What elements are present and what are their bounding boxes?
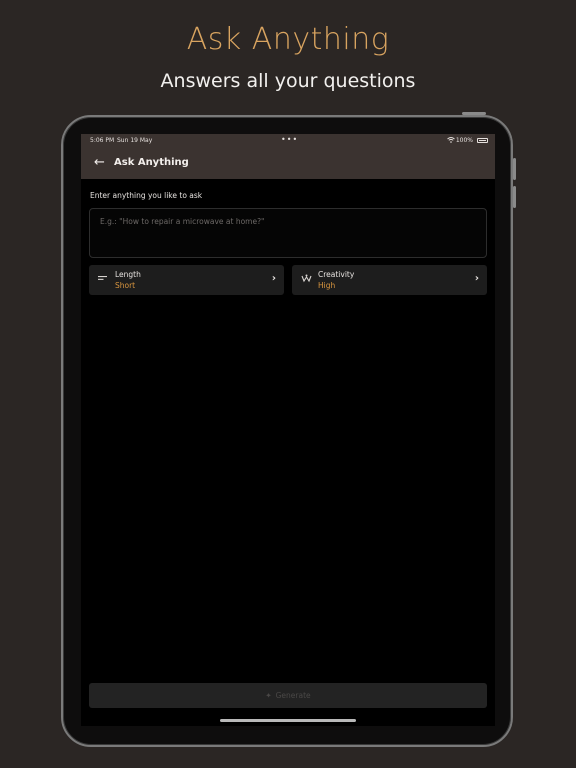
length-label: Length	[115, 270, 141, 279]
home-indicator[interactable]	[220, 719, 356, 722]
creativity-label: Creativity	[318, 270, 355, 279]
hardware-button-side-1	[513, 158, 516, 180]
promo-title: Ask Anything	[186, 22, 390, 57]
multitask-dots[interactable]: •••	[281, 135, 298, 144]
question-input[interactable]	[98, 216, 482, 227]
creativity-value: High	[318, 281, 336, 290]
generate-button[interactable]: ✦ Generate	[89, 683, 487, 708]
creativity-option[interactable]: Creativity High ›	[292, 265, 487, 295]
battery-percent: 100%	[455, 137, 473, 144]
status-date: Sun 19 May	[117, 137, 153, 144]
wifi-icon	[447, 137, 455, 145]
length-option[interactable]: Length Short ›	[89, 265, 284, 295]
generate-label: Generate	[275, 691, 311, 700]
sparkle-icon: ✦	[265, 691, 272, 700]
nav-bar: ← Ask Anything	[81, 148, 495, 179]
app-screen: 5:06 PM Sun 19 May ••• 100% ← Ask Anythi…	[81, 134, 495, 726]
hardware-button-side-2	[513, 186, 516, 208]
chevron-right-icon: ›	[271, 273, 276, 284]
prompt-label: Enter anything you like to ask	[90, 191, 203, 200]
question-box[interactable]	[89, 208, 487, 258]
length-lines-icon	[98, 274, 108, 285]
back-arrow-icon[interactable]: ←	[94, 155, 105, 170]
status-bar: 5:06 PM Sun 19 May ••• 100%	[81, 134, 495, 148]
status-time: 5:06 PM	[90, 137, 115, 144]
chevron-right-icon: ›	[474, 273, 479, 284]
hardware-button-top	[462, 112, 486, 115]
page-title: Ask Anything	[114, 157, 189, 168]
length-value: Short	[115, 281, 136, 290]
creativity-icon	[301, 274, 312, 286]
battery-icon	[477, 138, 488, 143]
promo-subtitle: Answers all your questions	[160, 70, 416, 92]
